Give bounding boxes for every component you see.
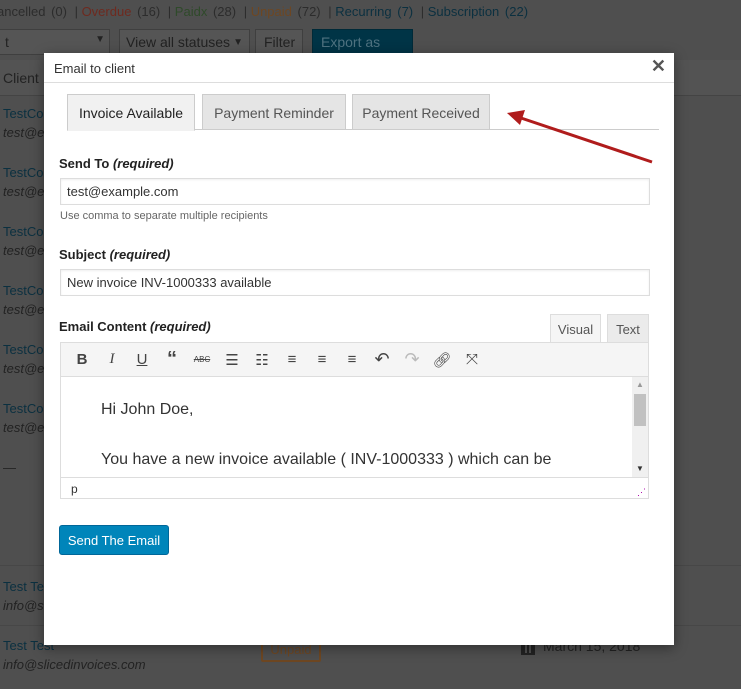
filter-overdue[interactable]: Overdue (16) [82,4,163,19]
tab-text[interactable]: Text [607,314,649,343]
tab-payment-reminder[interactable]: Payment Reminder [202,94,346,130]
filter-button[interactable]: Filter [255,29,303,55]
filter-paid[interactable]: Paidx (28) [175,4,238,19]
bullet-list-icon[interactable]: ☰ [217,351,247,369]
blockquote-icon[interactable]: “ [157,348,187,371]
send-to-input[interactable]: test@example.com [60,178,650,205]
align-center-icon[interactable]: ≡ [307,351,337,368]
subject-input[interactable]: New invoice INV-1000333 available [60,269,650,296]
client-name[interactable]: TestCo [3,283,43,298]
client-name[interactable]: TestCo [3,106,43,121]
client-email: info@slicedinvoices.com [3,657,146,672]
scroll-up-icon[interactable]: ▲ [636,380,644,389]
close-icon[interactable]: ✕ [651,56,666,77]
client-name: — [3,460,16,475]
filter-unpaid[interactable]: Unpaid (72) [251,4,323,19]
redo-icon[interactable]: ↷ [397,349,427,370]
annotation-arrow [507,110,653,164]
client-name[interactable]: TestCo [3,224,43,239]
dropdown-arrow-icon: ▼ [95,34,105,45]
tab-visual[interactable]: Visual [550,314,601,344]
bulk-select[interactable]: t ▼ [0,29,110,55]
export-csv-button[interactable]: Export as CSV [312,29,413,66]
status-select[interactable]: View all statuses ▼ [119,29,250,55]
status-filter-bar: ancelled (0) | Overdue (16) | Paidx (28)… [0,4,532,19]
underline-icon[interactable]: U [127,351,157,368]
tab-invoice-available[interactable]: Invoice Available [67,94,195,131]
bold-icon[interactable]: B [67,351,97,368]
filter-recurring[interactable]: Recurring (7) [335,4,415,19]
send-email-button[interactable]: Send The Email [59,525,169,555]
modal-title: Email to client [54,61,135,76]
column-client[interactable]: Client [3,70,39,86]
dropdown-arrow-icon: ▼ [233,37,243,48]
link-icon[interactable]: 🔗︎ [427,351,457,369]
send-to-hint: Use comma to separate multiple recipient… [60,210,268,222]
client-name[interactable]: TestCo [3,342,43,357]
client-name[interactable]: TestCo [3,401,43,416]
editor-statusbar: p ⋰ [60,477,649,499]
send-to-label: Send To (required) [59,156,174,171]
client-name[interactable]: TestCo [3,165,43,180]
client-email: info@s [3,598,44,613]
align-right-icon[interactable]: ≡ [337,351,367,368]
element-path[interactable]: p [71,482,78,496]
editor-content[interactable]: Hi John Doe, You have a new invoice avai… [60,377,649,477]
resize-handle-icon[interactable]: ⋰ [637,487,646,498]
filter-cancelled[interactable]: ancelled (0) [0,4,69,19]
content-label: Email Content (required) [59,319,211,334]
editor-toolbar: B I U “ ABC ☰ ☷ ≡ ≡ ≡ ↶ ↷ 🔗︎ ⤧ [60,342,649,377]
modal-header: Email to client ✕ [44,53,674,83]
fullscreen-icon[interactable]: ⤧ [457,351,487,368]
content-line: You have a new invoice available ( INV-1… [101,451,552,468]
numbered-list-icon[interactable]: ☷ [247,351,277,369]
filter-subscription[interactable]: Subscription (22) [428,4,530,19]
align-left-icon[interactable]: ≡ [277,351,307,368]
scroll-thumb[interactable] [634,394,646,426]
tab-payment-received[interactable]: Payment Received [352,94,490,130]
email-modal: Email to client ✕ Invoice Available Payme… [44,53,674,645]
subject-label: Subject (required) [59,247,171,262]
strikethrough-icon[interactable]: ABC [187,355,217,364]
undo-icon[interactable]: ↶ [367,349,397,370]
scroll-down-icon[interactable]: ▼ [636,464,644,473]
content-line: Hi John Doe, [101,401,194,418]
editor-scrollbar[interactable]: ▲ ▼ [632,377,648,477]
italic-icon[interactable]: I [97,351,127,368]
